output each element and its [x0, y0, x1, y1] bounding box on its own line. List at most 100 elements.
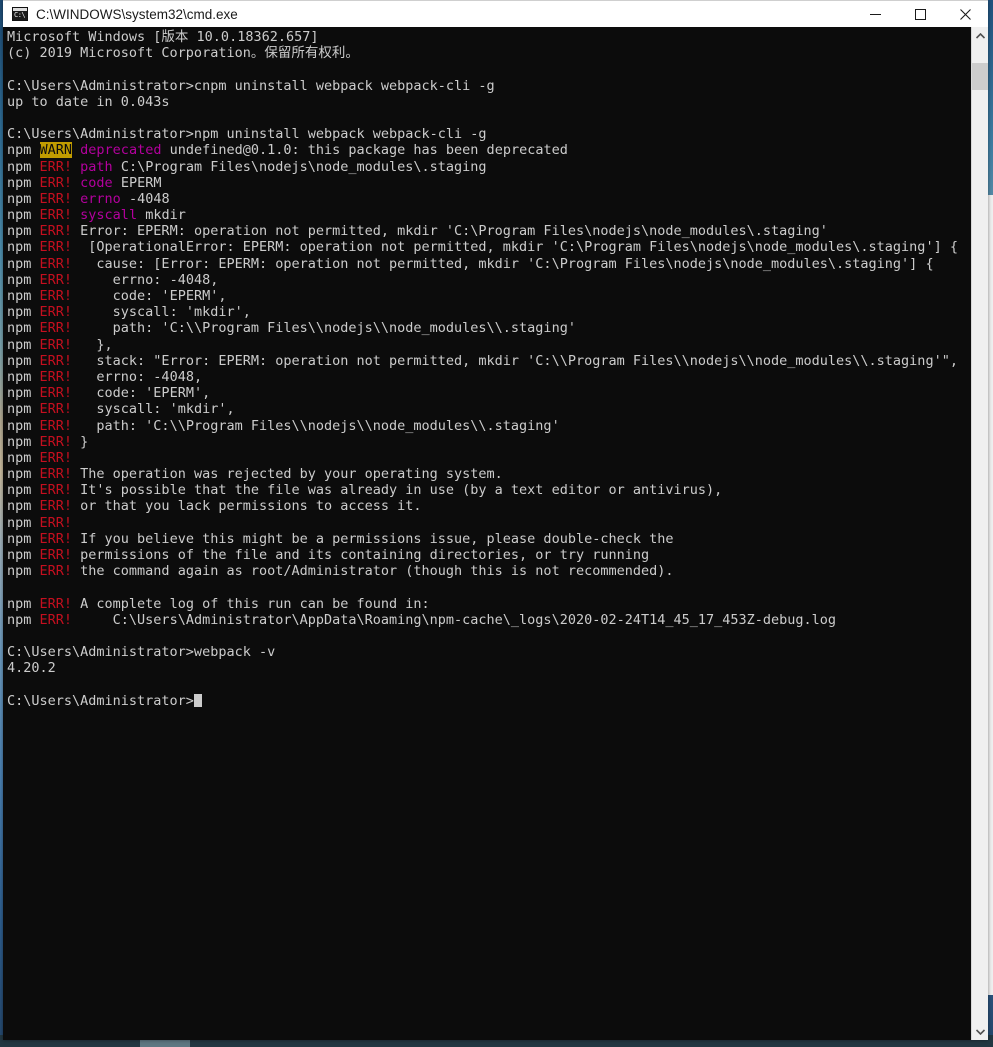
console-text-span: npm: [7, 352, 40, 369]
window-title: C:\WINDOWS\system32\cmd.exe: [36, 6, 238, 22]
console-text-span: or that you lack permissions to access i…: [72, 498, 422, 515]
console-text-span: npm: [7, 239, 40, 256]
console-text-span: ERR!: [39, 288, 73, 304]
console-text-span: npm: [7, 433, 40, 450]
console-text-span: WARN: [39, 142, 73, 159]
console-text-span: If you believe this might be a permissio…: [72, 530, 674, 547]
title-bar[interactable]: C:\WINDOWS\system32\cmd.exe: [3, 0, 988, 28]
console-line: npm WARN deprecated undefined@0.1.0: thi…: [7, 142, 971, 159]
console-text-span: npm: [7, 190, 40, 207]
console-text-span: ERR!: [39, 417, 73, 434]
chevron-up-icon[interactable]: [972, 27, 988, 44]
console-text-span: -4048: [120, 190, 170, 207]
vertical-scrollbar[interactable]: [971, 27, 988, 1040]
console-line: npm ERR! the command again as root/Admin…: [7, 563, 971, 579]
console-text-span: errno: [80, 190, 121, 207]
console-text-span: C:\Users\Administrator>cnpm uninstall we…: [7, 77, 495, 94]
console-text-span: npm: [7, 320, 40, 337]
console-text-span: code: 'EPERM',: [72, 288, 227, 304]
console-text-span: ERR!: [39, 401, 73, 418]
console-line: npm ERR! code: 'EPERM',: [7, 288, 971, 304]
console-text-span: ERR!: [39, 158, 73, 175]
console-text-span: npm: [7, 401, 40, 418]
console-line: npm ERR! If you believe this might be a …: [7, 531, 971, 547]
console-text-span: ERR!: [39, 466, 73, 483]
console-line: (c) 2019 Microsoft Corporation。保留所有权利。: [7, 45, 971, 61]
console-line: npm ERR! [OperationalError: EPERM: opera…: [7, 239, 971, 255]
console-line: Microsoft Windows [版本 10.0.18362.657]: [7, 29, 971, 45]
console-text-span: npm: [7, 514, 40, 531]
console-text-span: ERR!: [39, 255, 73, 272]
console-text-span: Microsoft Windows [版本 10.0.18362.657]: [7, 29, 319, 45]
scrollbar-thumb[interactable]: [972, 63, 988, 90]
console-text-span: npm: [7, 466, 40, 483]
console-line: up to date in 0.043s: [7, 94, 971, 110]
console-text-span: ERR!: [39, 190, 73, 207]
console-text-span: npm: [7, 530, 40, 547]
console-text-span: errno: -4048,: [72, 368, 203, 385]
console-text-span: ERR!: [39, 498, 73, 515]
console-text-span: C:\Users\Administrator>: [7, 692, 194, 709]
console-text-span: ERR!: [39, 304, 73, 321]
console-text-span: C:\Users\Administrator>npm uninstall web…: [7, 126, 487, 143]
console-text-span: npm: [7, 417, 40, 434]
console-area[interactable]: Microsoft Windows [版本 10.0.18362.657] (c)…: [3, 27, 988, 1040]
console-text-span: npm: [7, 158, 40, 175]
console-text-span: ERR!: [39, 449, 73, 466]
console-text-span: (c) 2019 Microsoft Corporation。保留所有权利。: [7, 45, 359, 62]
console-text-span: deprecated: [80, 142, 162, 159]
console-line: npm ERR! The operation was rejected by y…: [7, 466, 971, 482]
console-text-span: [72, 142, 80, 158]
console-text-span: ERR!: [39, 207, 73, 224]
console-text-span: ERR!: [39, 547, 73, 563]
console-line: npm ERR! path C:\Program Files\nodejs\no…: [7, 159, 971, 175]
console-text-span: [OperationalError: EPERM: operation not …: [72, 239, 958, 256]
console-text-span: cause: [Error: EPERM: operation not perm…: [72, 255, 934, 272]
console-line: npm ERR! Error: EPERM: operation not per…: [7, 223, 971, 239]
close-button[interactable]: [943, 1, 988, 28]
console-text-span: ERR!: [39, 368, 73, 385]
console-text-span: ERR!: [39, 174, 73, 191]
console-line: npm ERR! syscall: 'mkdir',: [7, 304, 971, 320]
console-line: npm ERR! path: 'C:\\Program Files\\nodej…: [7, 418, 971, 434]
console-text-span: ERR!: [39, 530, 73, 547]
chevron-down-icon[interactable]: [972, 1023, 988, 1040]
console-text-span: ERR!: [39, 595, 73, 612]
console-text-span: Error: EPERM: operation not permitted, m…: [72, 223, 828, 240]
console-text-span: syscall: 'mkdir',: [72, 401, 235, 418]
console-line: npm ERR! syscall: 'mkdir',: [7, 401, 971, 417]
console-line: C:\Users\Administrator>: [7, 693, 971, 709]
console-text-span: npm: [7, 304, 40, 321]
console-line: npm ERR!: [7, 450, 971, 466]
console-text-span: npm: [7, 142, 40, 159]
console-text-span: ERR!: [39, 385, 73, 402]
console-line: npm ERR! A complete log of this run can …: [7, 596, 971, 612]
console-text-span: the command again as root/Administrator …: [72, 563, 674, 580]
console-text-span: ERR!: [39, 336, 73, 353]
console-text-span: [72, 191, 80, 207]
console-line: npm ERR! cause: [Error: EPERM: operation…: [7, 256, 971, 272]
console-text-span: C:\Program Files\nodejs\node_modules\.st…: [112, 158, 487, 175]
console-text-span: ERR!: [39, 433, 73, 450]
console-text-span: undefined@0.1.0: this package has been d…: [161, 142, 568, 159]
console-output[interactable]: Microsoft Windows [版本 10.0.18362.657] (c)…: [3, 27, 971, 1040]
console-text-span: [72, 159, 80, 175]
console-text-span: syscall: 'mkdir',: [72, 304, 251, 321]
console-line: npm ERR! or that you lack permissions to…: [7, 498, 971, 514]
minimize-button[interactable]: [853, 1, 898, 28]
console-line: npm ERR! code EPERM: [7, 175, 971, 191]
console-text-span: npm: [7, 595, 40, 612]
console-line: C:\Users\Administrator>cnpm uninstall we…: [7, 78, 971, 94]
console-text-span: }: [72, 433, 89, 450]
console-text-span: 4.20.2: [7, 660, 56, 677]
maximize-button[interactable]: [898, 1, 943, 28]
console-text-span: EPERM: [112, 174, 162, 191]
console-line: npm ERR! },: [7, 337, 971, 353]
console-text-span: path: 'C:\\Program Files\\nodejs\\node_m…: [72, 417, 560, 434]
console-text-span: It's possible that the file was already …: [72, 482, 723, 499]
text-cursor: [193, 693, 202, 707]
cmd-window[interactable]: C:\WINDOWS\system32\cmd.exe Microsoft Wi…: [3, 0, 988, 1040]
